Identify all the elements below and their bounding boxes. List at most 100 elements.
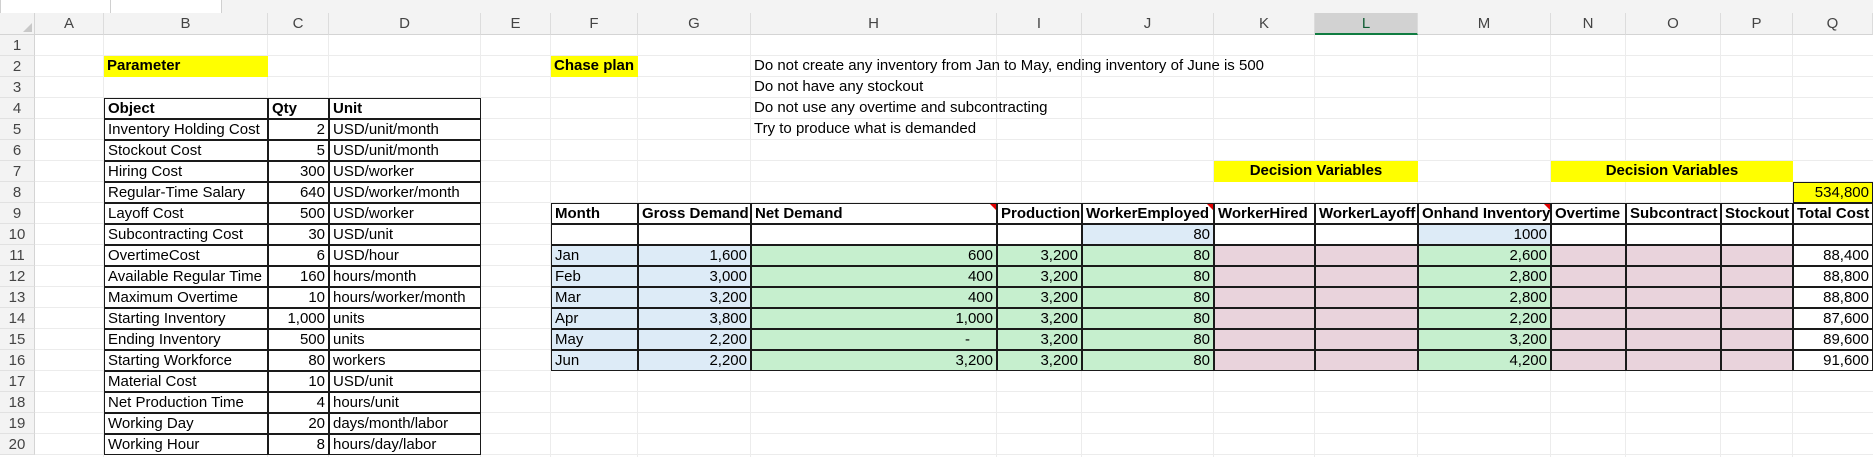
row-header-19[interactable]: 19 xyxy=(0,413,35,434)
month-cell[interactable]: Jun xyxy=(551,350,638,371)
param-qty[interactable]: 500 xyxy=(268,203,329,224)
plan-cell[interactable] xyxy=(638,224,751,245)
production-cell[interactable]: 3,200 xyxy=(997,245,1082,266)
row-header-8[interactable]: 8 xyxy=(0,182,35,203)
select-all-corner[interactable] xyxy=(0,13,35,35)
column-header-f[interactable]: F xyxy=(551,13,638,35)
param-unit[interactable]: USD/unit xyxy=(329,371,481,392)
param-object[interactable]: Material Cost xyxy=(104,371,268,392)
param-unit[interactable]: USD/unit/month xyxy=(329,140,481,161)
stockout-cell[interactable] xyxy=(1721,350,1793,371)
param-unit[interactable]: USD/worker xyxy=(329,161,481,182)
workers-hired-cell[interactable] xyxy=(1214,245,1315,266)
param-object[interactable]: Starting Workforce xyxy=(104,350,268,371)
workers-layoff-cell[interactable] xyxy=(1315,308,1418,329)
param-object[interactable]: Net Production Time xyxy=(104,392,268,413)
row-header-13[interactable]: 13 xyxy=(0,287,35,308)
column-header-p[interactable]: P xyxy=(1721,13,1793,35)
month-cell[interactable]: Jan xyxy=(551,245,638,266)
plan-cell[interactable] xyxy=(1551,224,1626,245)
workers-employed-cell[interactable]: 80 xyxy=(1082,308,1214,329)
net-demand-cell[interactable]: 3,200 xyxy=(751,350,997,371)
workers-hired-cell[interactable] xyxy=(1214,287,1315,308)
row-header-3[interactable]: 3 xyxy=(0,77,35,98)
chase-plan-title[interactable]: Chase plan xyxy=(551,56,638,77)
plan-header[interactable]: Overtime xyxy=(1551,203,1626,224)
column-header-e[interactable]: E xyxy=(481,13,551,35)
param-qty[interactable]: 80 xyxy=(268,350,329,371)
onhand-inventory-cell[interactable]: 2,800 xyxy=(1418,287,1551,308)
column-header-b[interactable]: B xyxy=(104,13,268,35)
workers-layoff-cell[interactable] xyxy=(1315,287,1418,308)
stockout-cell[interactable] xyxy=(1721,266,1793,287)
workers-hired-cell[interactable] xyxy=(1214,308,1315,329)
param-qty[interactable]: 640 xyxy=(268,182,329,203)
param-unit[interactable]: USD/worker xyxy=(329,203,481,224)
param-object[interactable]: Stockout Cost xyxy=(104,140,268,161)
row-header-9[interactable]: 9 xyxy=(0,203,35,224)
subcontract-cell[interactable] xyxy=(1626,287,1721,308)
param-qty[interactable]: 300 xyxy=(268,161,329,182)
plan-header[interactable]: WorkerHired xyxy=(1214,203,1315,224)
param-header-unit[interactable]: Unit xyxy=(329,98,481,119)
row-header-5[interactable]: 5 xyxy=(0,119,35,140)
row-header-11[interactable]: 11 xyxy=(0,245,35,266)
workers-hired-cell[interactable] xyxy=(1214,350,1315,371)
overtime-cell[interactable] xyxy=(1551,245,1626,266)
total-cost-cell[interactable]: 89,600 xyxy=(1793,329,1873,350)
onhand-inventory-cell[interactable]: 4,200 xyxy=(1418,350,1551,371)
workers-employed-cell[interactable]: 80 xyxy=(1082,287,1214,308)
param-qty[interactable]: 5 xyxy=(268,140,329,161)
sheet-tab[interactable] xyxy=(110,0,222,13)
total-cost-cell[interactable]: 87,600 xyxy=(1793,308,1873,329)
row-header-16[interactable]: 16 xyxy=(0,350,35,371)
param-object[interactable]: Working Hour xyxy=(104,434,268,455)
plan-header[interactable]: Gross Demand xyxy=(638,203,751,224)
param-unit[interactable]: USD/hour xyxy=(329,245,481,266)
column-header-n[interactable]: N xyxy=(1551,13,1626,35)
production-cell[interactable]: 3,200 xyxy=(997,329,1082,350)
param-object[interactable]: Working Day xyxy=(104,413,268,434)
gross-demand-cell[interactable]: 1,600 xyxy=(638,245,751,266)
workers-layoff-cell[interactable] xyxy=(1315,350,1418,371)
net-demand-cell[interactable]: 600 xyxy=(751,245,997,266)
plan-cell[interactable] xyxy=(1315,224,1418,245)
plan-header[interactable]: WorkerLayoff xyxy=(1315,203,1418,224)
onhand-inventory-cell[interactable]: 2,200 xyxy=(1418,308,1551,329)
production-cell[interactable]: 3,200 xyxy=(997,287,1082,308)
row-header-1[interactable]: 1 xyxy=(0,35,35,56)
workers-hired-cell[interactable] xyxy=(1214,329,1315,350)
month-cell[interactable]: Feb xyxy=(551,266,638,287)
param-unit[interactable]: units xyxy=(329,329,481,350)
param-qty[interactable]: 2 xyxy=(268,119,329,140)
total-cost-cell[interactable]: 91,600 xyxy=(1793,350,1873,371)
plan-cell[interactable] xyxy=(1793,224,1873,245)
row-header-10[interactable]: 10 xyxy=(0,224,35,245)
row-header-4[interactable]: 4 xyxy=(0,98,35,119)
param-unit[interactable]: hours/unit xyxy=(329,392,481,413)
param-unit[interactable]: USD/unit/month xyxy=(329,119,481,140)
row-header-18[interactable]: 18 xyxy=(0,392,35,413)
column-header-j[interactable]: J xyxy=(1082,13,1214,35)
subcontract-cell[interactable] xyxy=(1626,350,1721,371)
param-unit[interactable]: USD/unit xyxy=(329,224,481,245)
param-qty[interactable]: 10 xyxy=(268,287,329,308)
gross-demand-cell[interactable]: 2,200 xyxy=(638,329,751,350)
stockout-cell[interactable] xyxy=(1721,308,1793,329)
column-header-o[interactable]: O xyxy=(1626,13,1721,35)
overtime-cell[interactable] xyxy=(1551,350,1626,371)
plan-cell[interactable] xyxy=(551,224,638,245)
workers-layoff-cell[interactable] xyxy=(1315,266,1418,287)
row-header-2[interactable]: 2 xyxy=(0,56,35,77)
column-header-h[interactable]: H xyxy=(751,13,997,35)
production-cell[interactable]: 3,200 xyxy=(997,308,1082,329)
onhand-inventory-cell[interactable]: 3,200 xyxy=(1418,329,1551,350)
column-header-l[interactable]: L xyxy=(1315,13,1418,35)
column-header-m[interactable]: M xyxy=(1418,13,1551,35)
param-object[interactable]: Available Regular Time xyxy=(104,266,268,287)
plan-header[interactable]: Subcontract xyxy=(1626,203,1721,224)
overtime-cell[interactable] xyxy=(1551,308,1626,329)
param-unit[interactable]: hours/month xyxy=(329,266,481,287)
param-unit[interactable]: hours/worker/month xyxy=(329,287,481,308)
plan-cell[interactable] xyxy=(997,224,1082,245)
